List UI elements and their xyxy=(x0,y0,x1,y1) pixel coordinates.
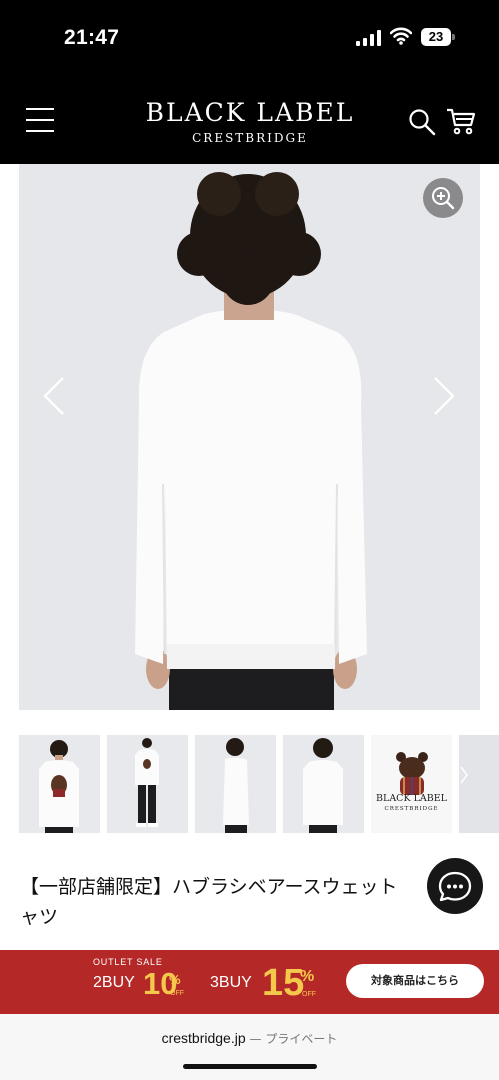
outlet-sale-banner[interactable]: OUTLET SALE 2BUY 10 % OFF 3BUY 15 % OFF … xyxy=(0,950,499,1014)
battery-tip xyxy=(452,34,455,40)
logo-sub-text: CRESTBRIDGE xyxy=(192,131,308,145)
brand-logo[interactable]: BLACK LABEL CRESTBRIDGE xyxy=(120,98,380,146)
thumbnail-6[interactable] xyxy=(459,735,499,833)
search-icon[interactable] xyxy=(408,108,436,136)
deal2-percent: % xyxy=(300,968,315,985)
thumbnail-strip: BLACK LABEL CRESTBRIDGE xyxy=(19,735,499,833)
cart-icon[interactable] xyxy=(446,106,476,136)
chevron-left-icon[interactable] xyxy=(41,376,67,416)
product-title: 【一部店舗限定】ハブラシベアースウェット ャツ xyxy=(20,872,440,932)
site-url: crestbridge.jp xyxy=(161,1030,246,1046)
battery-icon: 23 xyxy=(421,28,455,46)
chat-button[interactable] xyxy=(427,858,483,914)
address-text[interactable]: crestbridge.jp — プライベート xyxy=(0,1030,499,1047)
battery-level: 23 xyxy=(421,28,451,46)
product-main-image[interactable] xyxy=(19,164,480,710)
thumbnail-4[interactable] xyxy=(283,735,364,833)
wifi-icon xyxy=(390,27,412,45)
thumbnail-logo-main: BLACK LABEL xyxy=(376,793,447,804)
sale-items-button[interactable]: 対象商品はこちら xyxy=(346,964,484,998)
chevron-right-icon xyxy=(460,766,468,784)
deal2-off: OFF xyxy=(302,991,316,998)
site-header: BLACK LABEL CRESTBRIDGE xyxy=(0,80,499,164)
signal-icon xyxy=(356,30,381,46)
browser-address-bar[interactable]: crestbridge.jp — プライベート xyxy=(0,1014,499,1080)
zoom-button[interactable] xyxy=(423,178,463,218)
private-mode-label: プライベート xyxy=(265,1032,338,1046)
thumbnail-logo-sub: CRESTBRIDGE xyxy=(384,806,439,812)
thumbnail-5[interactable]: BLACK LABEL CRESTBRIDGE xyxy=(371,735,452,833)
status-bar: 21:47 23 xyxy=(0,0,499,80)
deal2-value: 15 xyxy=(262,962,305,1004)
logo-main-text: BLACK LABEL xyxy=(145,98,355,127)
deal2-prefix: 3BUY xyxy=(210,974,252,991)
model-back-photo xyxy=(19,164,480,710)
product-title-line1: 【一部店舗限定】ハブラシベアースウェット xyxy=(20,876,398,898)
chevron-right-icon[interactable] xyxy=(431,376,457,416)
deal1-prefix: 2BUY xyxy=(93,974,135,991)
url-separator: — xyxy=(249,1032,262,1046)
zoom-in-icon xyxy=(432,187,455,210)
product-title-line2: ャツ xyxy=(20,906,59,928)
deal1-percent: % xyxy=(169,972,181,987)
menu-icon[interactable] xyxy=(26,108,54,132)
status-time: 21:47 xyxy=(64,26,120,49)
thumbnail-2[interactable] xyxy=(107,735,188,833)
chat-icon xyxy=(438,871,472,902)
thumbnail-1[interactable] xyxy=(19,735,100,833)
home-indicator[interactable] xyxy=(183,1064,317,1069)
thumbnail-3[interactable] xyxy=(195,735,276,833)
deal1-off: OFF xyxy=(170,990,184,997)
